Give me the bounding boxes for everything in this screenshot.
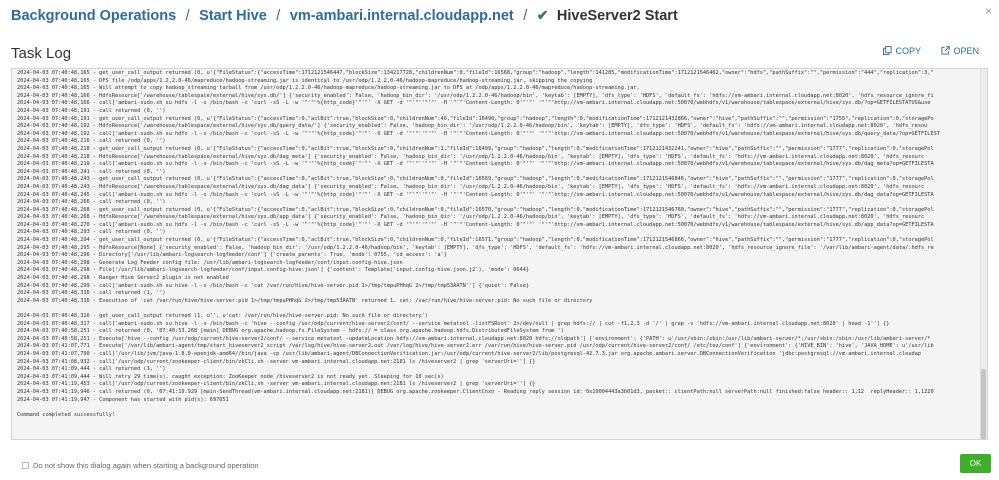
task-log-actions: COPY OPEN (865, 46, 979, 56)
breadcrumb-separator: / (276, 7, 281, 24)
copy-button[interactable]: COPY (883, 46, 921, 56)
copy-label: COPY (895, 46, 921, 56)
breadcrumb-current-task: HiveServer2 Start (556, 7, 678, 24)
ok-button[interactable]: OK (960, 454, 991, 473)
open-label: OPEN (953, 46, 979, 56)
open-external-icon (941, 46, 951, 55)
task-log-title: Task Log (11, 45, 72, 62)
close-icon[interactable]: × (985, 4, 992, 18)
breadcrumb-background-operations[interactable]: Background Operations (11, 8, 176, 24)
copy-icon (883, 46, 893, 55)
breadcrumb-start-hive[interactable]: Start Hive (199, 8, 267, 24)
do-not-show-checkbox[interactable] (22, 462, 29, 469)
do-not-show-label: Do not show this dialog again when start… (33, 461, 259, 470)
breadcrumb-separator: / (185, 7, 190, 24)
log-scrollbar-thumb[interactable] (981, 369, 986, 439)
breadcrumb-host[interactable]: vm-ambari.internal.cloudapp.net (290, 8, 514, 24)
breadcrumb: Background Operations / Start Hive / vm-… (0, 0, 999, 32)
open-button[interactable]: OPEN (941, 46, 979, 56)
log-scrollbar[interactable] (980, 69, 987, 439)
log-text: 2024-04-03 07:40:48,165 - get_user_call_… (17, 70, 940, 418)
dialog-footer: Do not show this dialog again when start… (0, 452, 999, 480)
task-log-output[interactable]: 2024-04-03 07:40:48,165 - get_user_call_… (11, 68, 988, 440)
check-icon: ✔ (536, 7, 549, 24)
breadcrumb-separator: / (523, 7, 528, 24)
